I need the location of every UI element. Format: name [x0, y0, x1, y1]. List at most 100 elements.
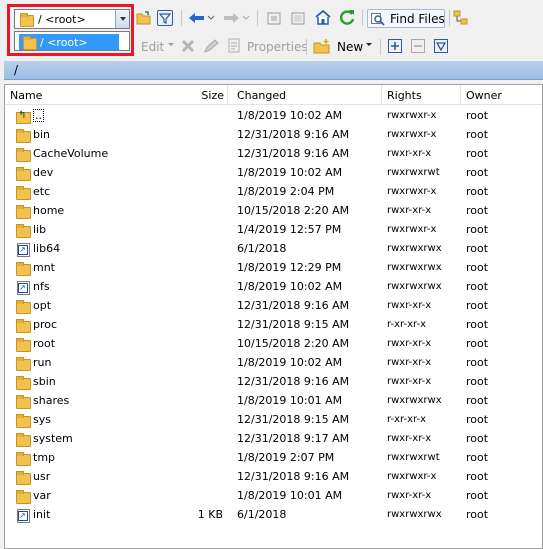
back-history-chevron-icon[interactable] [207, 14, 215, 22]
toolbar-separator [362, 10, 363, 26]
file-owner: root [466, 372, 536, 391]
file-name-text: proc [33, 318, 58, 331]
file-rights-text: rwxr-xr-x [387, 376, 432, 387]
file-name: sbin [33, 372, 183, 391]
new-chevron-icon[interactable] [365, 41, 373, 49]
file-owner: root [466, 391, 536, 410]
file-rights-text: rwxrwxr-x [387, 129, 437, 140]
table-row[interactable]: CacheVolume 12/31/2018 9:16 AM rwxr-xr-x ro… [5, 144, 542, 163]
table-row[interactable]: sys 12/31/2018 9:15 AM r-xr-xr-x root [5, 410, 542, 429]
folder-icon [15, 125, 31, 144]
file-changed-text: 12/31/2018 9:15 AM [237, 413, 350, 426]
file-owner-text: root [466, 242, 489, 255]
folder-icon [15, 315, 31, 334]
folder-icon [15, 334, 31, 353]
toolbar-separator [380, 39, 381, 55]
column-header-owner[interactable]: Owner [461, 85, 542, 105]
file-owner: root [466, 353, 536, 372]
file-size-text: 1 KB [197, 508, 223, 521]
file-name-text: opt [33, 299, 52, 312]
table-row[interactable]: system 12/31/2018 9:17 AM rwxr-xr-x root [5, 429, 542, 448]
file-owner-text: root [466, 489, 489, 502]
file-changed: 1/8/2019 10:01 AM [237, 391, 385, 410]
file-owner: root [466, 258, 536, 277]
file-name: .. [33, 106, 183, 125]
table-row[interactable]: proc 12/31/2018 9:15 AM r-xr-xr-x root [5, 315, 542, 334]
file-rights: rwxrwxrwx [387, 391, 463, 410]
file-size [175, 353, 223, 372]
table-row[interactable]: init 1 KB 6/1/2018 rwxrwxrwx root [5, 505, 542, 524]
column-header-size-label: Size [201, 88, 224, 102]
file-owner-text: root [466, 394, 489, 407]
table-row[interactable]: shares 1/8/2019 10:01 AM rwxrwxrwx root [5, 391, 542, 410]
file-owner: root [466, 486, 536, 505]
table-row[interactable]: lib 1/4/2019 12:57 PM rwxrwxr-x root [5, 220, 542, 239]
file-name: etc [33, 182, 183, 201]
table-row[interactable]: .. 1/8/2019 10:02 AM rwxrwxr-x root [5, 106, 542, 125]
edit-chevron-icon[interactable] [167, 41, 175, 49]
path-dropdown-option[interactable]: / <root> [19, 34, 119, 50]
open-folder-icon[interactable] [136, 10, 152, 26]
column-header-size[interactable]: Size [175, 85, 228, 105]
find-files-button[interactable]: Find Files [367, 9, 445, 28]
table-row[interactable]: var 1/8/2019 10:01 AM rwxr-xr-x root [5, 486, 542, 505]
new-folder-icon[interactable] [313, 38, 331, 55]
file-rights: r-xr-xr-x [387, 315, 463, 334]
table-row[interactable]: etc 1/8/2019 2:04 PM rwxrwxr-x root [5, 182, 542, 201]
table-row[interactable]: root 10/15/2018 2:20 AM rwxr-xr-x root [5, 334, 542, 353]
file-rights-text: rwxrwxr-x [387, 224, 437, 235]
select-plus-icon[interactable] [388, 39, 402, 53]
file-owner: root [466, 125, 536, 144]
properties-button[interactable]: Properties [247, 40, 308, 54]
home-icon[interactable] [314, 9, 332, 26]
table-row[interactable]: bin 12/31/2018 9:16 AM rwxrwxr-x root [5, 125, 542, 144]
table-row[interactable]: usr 12/31/2018 9:16 AM rwxrwxr-x root [5, 467, 542, 486]
new-button[interactable]: New [337, 40, 363, 54]
folder-icon [15, 391, 31, 410]
file-owner: root [466, 239, 536, 258]
file-changed-text: 1/8/2019 10:01 AM [237, 489, 343, 502]
find-files-label: Find Files [390, 12, 445, 26]
file-owner-text: root [466, 299, 489, 312]
file-name: init [33, 505, 183, 524]
root-directory-icon [290, 10, 306, 26]
file-rights-text: rwxrwxrwx [387, 281, 442, 292]
file-rights: rwxrwxrwx [387, 277, 463, 296]
edit-button[interactable]: Edit [141, 40, 164, 54]
column-header-changed[interactable]: Changed [232, 85, 382, 105]
file-rights: rwxrwxrwx [387, 505, 463, 524]
file-name: home [33, 201, 183, 220]
table-row[interactable]: nfs 1/8/2019 10:02 AM rwxrwxrwx root [5, 277, 542, 296]
table-row[interactable]: run 1/8/2019 10:02 AM rwxr-xr-x root [5, 353, 542, 372]
file-owner-text: root [466, 432, 489, 445]
refresh-icon[interactable] [339, 9, 356, 26]
file-owner-text: root [466, 261, 489, 274]
forward-arrow-icon [222, 10, 240, 26]
table-row[interactable]: dev 1/8/2019 10:02 AM rwxrwxrwt root [5, 163, 542, 182]
path-combo-box[interactable]: / <root> [14, 9, 130, 29]
file-size: 1 KB [175, 505, 223, 524]
table-row[interactable]: tmp 1/8/2019 2:07 PM rwxrwxrwt root [5, 448, 542, 467]
table-row[interactable]: lib64 6/1/2018 rwxrwxrwx root [5, 239, 542, 258]
file-name: opt [33, 296, 183, 315]
file-owner: root [466, 467, 536, 486]
table-row[interactable]: sbin 12/31/2018 9:16 AM rwxr-xr-x root [5, 372, 542, 391]
properties-icon [227, 38, 243, 54]
table-row[interactable]: home 10/15/2018 2:20 AM rwxr-xr-x root [5, 201, 542, 220]
filter-icon[interactable] [157, 10, 173, 26]
file-name-text: var [33, 489, 51, 502]
table-row[interactable]: opt 12/31/2018 9:16 AM rwxr-xr-x root [5, 296, 542, 315]
file-owner: root [466, 296, 536, 315]
filter-select-icon[interactable] [434, 39, 448, 53]
tree-view-icon[interactable] [453, 10, 469, 26]
folder-icon [22, 35, 37, 50]
file-changed-text: 12/31/2018 9:16 AM [237, 375, 350, 388]
back-arrow-icon[interactable] [188, 10, 206, 26]
column-header-rights[interactable]: Rights [382, 85, 461, 105]
file-size [175, 372, 223, 391]
table-row[interactable]: mnt 1/8/2019 12:29 PM rwxrwxrwx root [5, 258, 542, 277]
toolbar-separator [257, 10, 258, 26]
chevron-down-icon[interactable] [115, 10, 129, 28]
address-bar[interactable]: / [4, 61, 543, 80]
file-name-text: sbin [33, 375, 56, 388]
